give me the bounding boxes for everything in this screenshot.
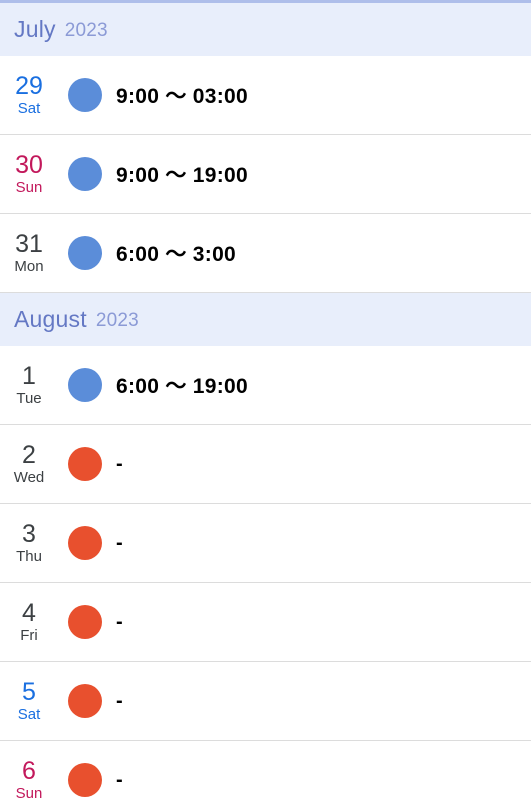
date-cell: 4 Fri — [0, 599, 58, 645]
day-row[interactable]: 4 Fri - — [0, 583, 531, 662]
month-name-label: August — [14, 306, 87, 332]
date-day-number: 29 — [15, 72, 43, 101]
work-time-range: 9:00 〜 19:00 — [116, 164, 249, 187]
red-dot-icon[interactable] — [68, 447, 102, 481]
blue-dot-icon[interactable] — [68, 157, 102, 191]
date-day-number: 30 — [15, 151, 43, 180]
month-section-header: August 2023 — [0, 293, 531, 346]
date-day-number: 5 — [22, 678, 36, 707]
date-day-of-week: Tue — [16, 390, 42, 408]
attendance-schedule-list: July 2023 29 Sat 9:00 〜 03:00 30 Sun 9:00 〜 19:… — [0, 0, 531, 800]
blue-dot-icon[interactable] — [68, 236, 102, 270]
date-cell: 5 Sat — [0, 678, 58, 724]
day-row[interactable]: 31 Mon 6:00 〜 3:00 — [0, 214, 531, 293]
red-dot-icon[interactable] — [68, 605, 102, 639]
day-row[interactable]: 5 Sat - — [0, 662, 531, 741]
date-day-of-week: Mon — [14, 258, 44, 276]
date-cell: 29 Sat — [0, 72, 58, 118]
day-row[interactable]: 2 Wed - — [0, 425, 531, 504]
blue-dot-icon[interactable] — [68, 368, 102, 402]
date-day-number: 6 — [22, 757, 36, 786]
date-cell: 6 Sun — [0, 757, 58, 800]
work-time-empty: - — [116, 531, 123, 554]
red-dot-icon[interactable] — [68, 763, 102, 797]
date-day-of-week: Sun — [15, 179, 43, 197]
date-day-number: 3 — [22, 520, 36, 549]
date-cell: 2 Wed — [0, 441, 58, 487]
month-year-label: 2023 — [64, 19, 108, 41]
work-time-empty: - — [116, 610, 123, 633]
date-day-of-week: Wed — [13, 469, 45, 487]
work-time-empty: - — [116, 689, 123, 712]
date-day-of-week: Sat — [17, 100, 41, 118]
date-cell: 1 Tue — [0, 362, 58, 408]
month-year-label: 2023 — [95, 309, 139, 331]
date-day-of-week: Sun — [15, 785, 43, 800]
date-day-of-week: Sat — [17, 706, 41, 724]
blue-dot-icon[interactable] — [68, 78, 102, 112]
day-row[interactable]: 1 Tue 6:00 〜 19:00 — [0, 346, 531, 425]
day-row[interactable]: 6 Sun - — [0, 741, 531, 800]
work-time-range: 6:00 〜 19:00 — [116, 375, 249, 398]
date-day-number: 31 — [15, 230, 43, 259]
month-section-header: July 2023 — [0, 0, 531, 56]
red-dot-icon[interactable] — [68, 526, 102, 560]
date-cell: 31 Mon — [0, 230, 58, 276]
day-row[interactable]: 30 Sun 9:00 〜 19:00 — [0, 135, 531, 214]
work-time-range: 6:00 〜 3:00 — [116, 243, 237, 266]
date-day-of-week: Thu — [16, 548, 42, 566]
date-day-number: 2 — [22, 441, 36, 470]
day-row[interactable]: 29 Sat 9:00 〜 03:00 — [0, 56, 531, 135]
date-cell: 30 Sun — [0, 151, 58, 197]
work-time-empty: - — [116, 768, 123, 791]
date-day-number: 1 — [22, 362, 36, 391]
date-day-of-week: Fri — [20, 627, 38, 645]
date-day-number: 4 — [22, 599, 36, 628]
red-dot-icon[interactable] — [68, 684, 102, 718]
date-cell: 3 Thu — [0, 520, 58, 566]
month-name-label: July — [14, 16, 56, 42]
day-row[interactable]: 3 Thu - — [0, 504, 531, 583]
work-time-empty: - — [116, 452, 123, 475]
work-time-range: 9:00 〜 03:00 — [116, 85, 249, 108]
